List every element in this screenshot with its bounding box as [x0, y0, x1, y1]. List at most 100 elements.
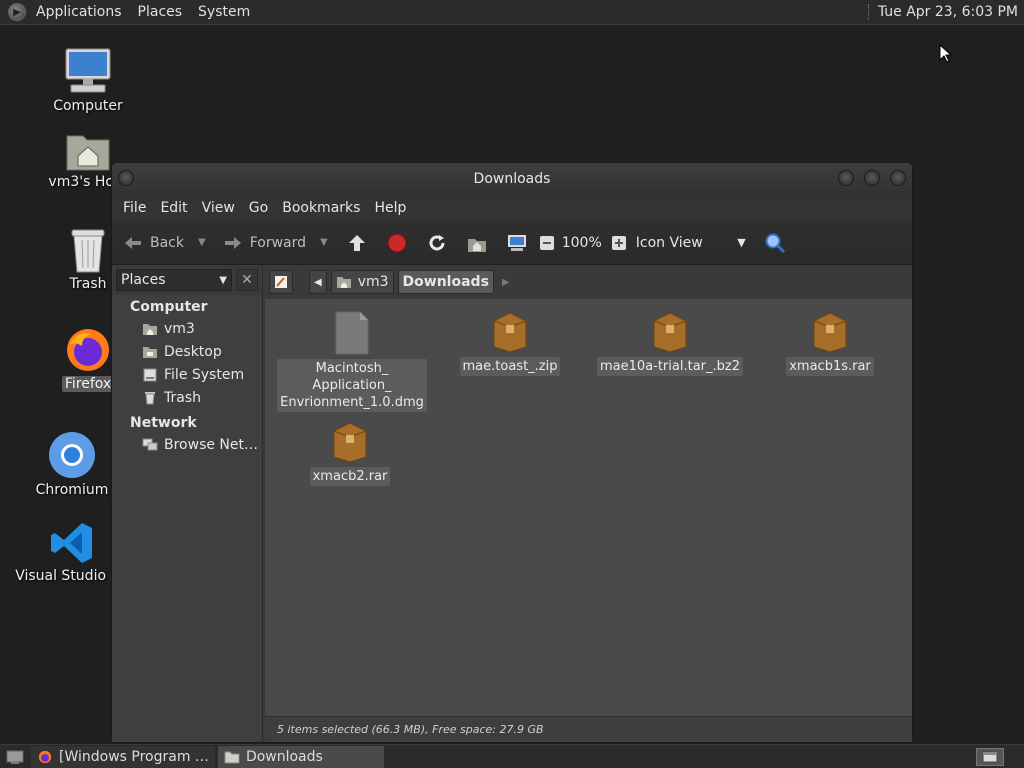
computer-icon	[506, 232, 528, 254]
back-button[interactable]: Back ▼	[122, 232, 206, 254]
stop-icon	[386, 232, 408, 254]
chevron-down-icon: ▼	[219, 274, 227, 286]
menu-view[interactable]: View	[195, 200, 242, 216]
view-mode-label: Icon View	[635, 234, 703, 251]
workspace-window-icon	[982, 751, 998, 762]
file-content-area[interactable]: ◀ vm3 Downloads ▶ Macintosh_ Application…	[265, 265, 912, 742]
forward-button[interactable]: Forward ▼	[222, 232, 328, 254]
home-icon	[466, 232, 488, 254]
file-name: Macintosh_ Application_ Envrionment_1.0.…	[277, 359, 427, 412]
clock[interactable]: Tue Apr 23, 6:03 PM	[878, 4, 1024, 20]
menu-file[interactable]: File	[116, 200, 153, 216]
file-name: mae10a-trial.tar_.bz2	[597, 357, 743, 376]
path-segment-vm3[interactable]: vm3	[330, 270, 394, 294]
desktop-icon-computer[interactable]: Computer	[38, 46, 138, 114]
chevron-down-icon: ▼	[737, 236, 746, 249]
sidebar-item-trash[interactable]: Trash	[112, 386, 262, 409]
menu-go[interactable]: Go	[242, 200, 275, 216]
edit-location-icon	[275, 276, 287, 288]
file-item[interactable]: xmacb2.rar	[275, 421, 425, 486]
home-folder-icon	[143, 323, 157, 335]
search-button[interactable]	[764, 232, 786, 254]
file-name: mae.toast_.zip	[459, 357, 561, 376]
window-titlebar[interactable]: Downloads	[112, 163, 912, 195]
menu-places[interactable]: Places	[130, 0, 191, 25]
sidebar-item-desktop[interactable]: Desktop	[112, 340, 262, 363]
file-item[interactable]: mae.toast_.zip	[435, 311, 585, 376]
path-segment-downloads[interactable]: Downloads	[397, 270, 494, 294]
path-segment-label: vm3	[357, 274, 389, 290]
sidebar-item-browse-network[interactable]: Browse Net…	[112, 433, 262, 456]
zoom-in-button[interactable]	[608, 232, 630, 254]
file-item[interactable]: mae10a-trial.tar_.bz2	[595, 311, 745, 376]
folder-icon	[224, 751, 240, 763]
close-icon[interactable]	[890, 170, 906, 186]
menu-edit[interactable]: Edit	[153, 200, 194, 216]
desktop-icon-label: Chromium	[35, 482, 109, 498]
menu-applications[interactable]: Applications	[28, 0, 130, 25]
up-button[interactable]	[346, 232, 368, 254]
computer-button[interactable]	[506, 232, 528, 254]
back-history-dropdown-icon[interactable]: ▼	[198, 237, 206, 248]
zoom-level: 100%	[561, 234, 602, 251]
back-arrow-icon	[122, 232, 144, 254]
network-icon	[142, 438, 158, 450]
task-downloads[interactable]: Downloads	[217, 745, 384, 768]
sidebar-item-file-system[interactable]: File System	[112, 363, 262, 386]
menubar: File Edit View Go Bookmarks Help	[112, 195, 912, 221]
sidebar-item-label: Browse Net…	[164, 436, 259, 453]
up-arrow-icon	[346, 232, 368, 254]
file-icon	[335, 311, 369, 355]
forward-arrow-icon	[222, 232, 244, 254]
toolbar: Back ▼ Forward ▼ 100% Icon View ▼	[112, 221, 912, 265]
view-mode-select[interactable]: Icon View ▼	[636, 235, 746, 251]
reload-button[interactable]	[426, 232, 448, 254]
archive-icon	[493, 312, 527, 353]
zoom-out-button[interactable]	[536, 232, 558, 254]
back-label: Back	[150, 234, 184, 251]
panel-separator	[867, 4, 870, 20]
task-windows-program[interactable]: [Windows Program …	[31, 745, 215, 768]
window-main: Places ▼ ✕ Computer vm3 Desktop File Sys…	[112, 265, 912, 742]
stop-button[interactable]	[386, 232, 408, 254]
desktop-icon-vscode[interactable]: Visual Studio Co	[15, 520, 129, 584]
sidebar-item-label: Desktop	[164, 343, 222, 360]
desktop-icon-chromium[interactable]: Chromium	[22, 430, 122, 498]
file-item[interactable]: xmacb1s.rar	[755, 311, 905, 376]
sidebar: Places ▼ ✕ Computer vm3 Desktop File Sys…	[112, 265, 263, 742]
file-grid: Macintosh_ Application_ Envrionment_1.0.…	[265, 299, 912, 716]
desktop-icon-label: Firefox	[61, 376, 115, 392]
trash-icon	[71, 229, 105, 273]
vscode-icon	[51, 523, 92, 563]
file-manager-window: Downloads File Edit View Go Bookmarks He…	[111, 162, 913, 743]
toggle-location-button[interactable]	[269, 270, 293, 294]
menu-bookmarks[interactable]: Bookmarks	[275, 200, 367, 216]
archive-icon	[653, 312, 687, 353]
maximize-icon[interactable]	[864, 170, 880, 186]
path-scroll-right-icon[interactable]: ▶	[502, 277, 510, 288]
forward-history-dropdown-icon[interactable]: ▼	[320, 237, 328, 248]
workspace-switcher[interactable]	[976, 747, 1004, 766]
minimize-icon[interactable]	[838, 170, 854, 186]
search-icon	[764, 232, 786, 254]
show-desktop-button[interactable]	[2, 746, 28, 768]
status-bar: 5 items selected (66.3 MB), Free space: …	[265, 716, 912, 742]
window-menu-icon[interactable]	[118, 170, 134, 186]
menu-system[interactable]: System	[190, 0, 258, 25]
path-scroll-left-button[interactable]: ◀	[309, 270, 327, 294]
trash-icon	[145, 391, 155, 404]
close-sidebar-icon[interactable]: ✕	[236, 269, 258, 291]
reload-icon	[426, 232, 448, 254]
file-item[interactable]: Macintosh_ Application_ Envrionment_1.0.…	[277, 311, 427, 412]
menu-help[interactable]: Help	[367, 200, 413, 216]
forward-label: Forward	[249, 234, 307, 251]
chevron-left-icon: ◀	[314, 276, 322, 288]
mouse-cursor-icon	[939, 44, 953, 63]
sidebar-section-network: Network	[130, 415, 197, 431]
home-button[interactable]	[466, 232, 488, 254]
home-folder-icon	[66, 135, 110, 171]
sidebar-item-vm3[interactable]: vm3	[112, 317, 262, 340]
gnome-foot-icon[interactable]: ▶	[8, 3, 26, 21]
sidebar-type-select[interactable]: Places ▼	[116, 269, 232, 291]
drive-icon	[143, 368, 157, 381]
